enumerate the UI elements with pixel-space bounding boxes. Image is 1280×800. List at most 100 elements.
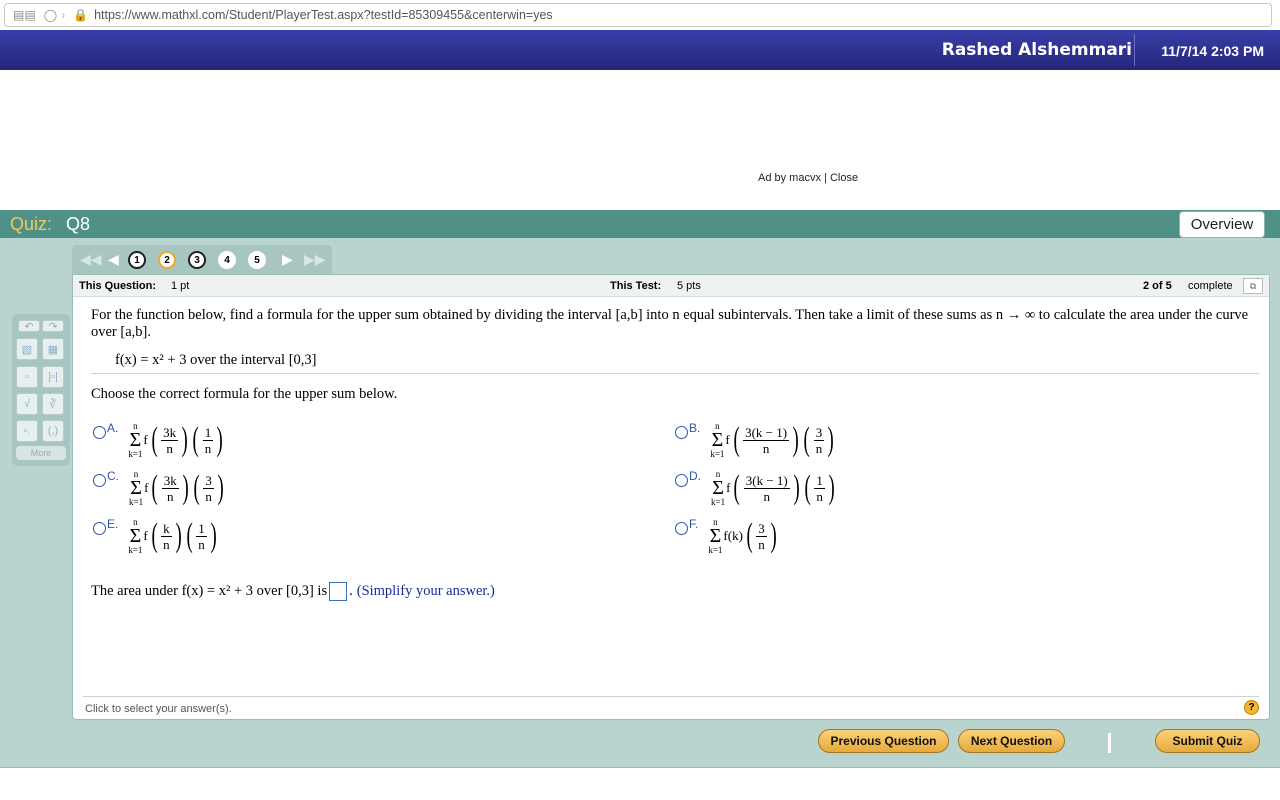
option-letter: A. <box>107 421 119 435</box>
mult-numerator: 1 <box>196 520 207 537</box>
option-letter: E. <box>107 517 119 531</box>
question-number-3[interactable]: 3 <box>188 251 206 269</box>
username: Rashed Alshemmari <box>941 40 1132 60</box>
radio-b[interactable] <box>675 426 688 439</box>
url-text[interactable]: https://www.mathxl.com/Student/PlayerTes… <box>94 8 553 22</box>
ad-label[interactable]: Ad by macvx <box>758 172 821 184</box>
choose-prompt: Choose the correct formula for the upper… <box>91 386 398 402</box>
option-e[interactable]: E. n Σk=1 f( kn )( 1n ) <box>93 517 219 555</box>
more-button[interactable]: More <box>16 446 66 460</box>
area-prefix: The area under f(x) = x² + 3 over [0,3] … <box>91 583 328 599</box>
nth-root-icon[interactable]: ∛ <box>42 393 64 415</box>
first-question-icon[interactable]: ◀◀ <box>80 251 102 268</box>
f-of-k: f(k) <box>723 528 743 543</box>
mult-numerator: 3 <box>203 472 214 489</box>
browser-toolbar: ▤▤ ◯ › 🔒 https://www.mathxl.com/Student/… <box>0 0 1280 30</box>
fraction-icon[interactable]: ▧ <box>16 338 38 360</box>
option-f[interactable]: F. n Σk=1 f(k)( 3n ) <box>675 517 779 555</box>
decimal-icon[interactable]: ▫. <box>16 420 38 442</box>
hint-text: Click to select your answer(s). <box>85 703 232 715</box>
arg-denominator: n <box>163 536 170 552</box>
question-number-2[interactable]: 2 <box>158 251 176 269</box>
this-test-label: This Test: <box>610 280 662 292</box>
overview-button[interactable]: Overview <box>1179 211 1265 238</box>
arg-numerator: 3k <box>161 424 179 441</box>
sum-lower: k=1 <box>708 545 723 555</box>
ad-notice: Ad by macvx | Close <box>758 172 858 184</box>
ad-separator: | <box>824 172 827 184</box>
this-question-label: This Question: <box>79 280 156 292</box>
option-letter: D. <box>689 469 701 483</box>
reader-icon[interactable]: ▤▤ <box>13 8 36 22</box>
popout-icon[interactable]: ⧉ <box>1243 278 1263 294</box>
help-icon[interactable]: ? <box>1244 700 1259 715</box>
option-c[interactable]: C. n Σk=1 f( 3k n )( 3n ) <box>93 469 226 507</box>
sum-lower: k=1 <box>129 497 144 507</box>
square-root-icon[interactable]: √ <box>16 393 38 415</box>
arg-denominator: n <box>762 440 770 456</box>
sum-lower: k=1 <box>128 545 143 555</box>
sum-lower: k=1 <box>710 449 725 459</box>
question-number-1[interactable]: 1 <box>128 251 146 269</box>
sigma-icon: Σ <box>129 429 142 451</box>
bottom-rule <box>0 767 1280 768</box>
interval-icon[interactable]: (,) <box>42 420 64 442</box>
header-divider <box>1134 34 1135 66</box>
option-formula: n Σk=1 f( 3k n )( 3n ) <box>129 469 224 507</box>
quiz-label: Quiz: <box>10 214 53 234</box>
sigma-icon: Σ <box>709 525 722 547</box>
radio-c[interactable] <box>93 474 106 487</box>
sum-lower: k=1 <box>128 449 143 459</box>
submit-quiz-button[interactable]: Submit Quiz <box>1155 729 1260 753</box>
option-letter: F. <box>689 517 699 531</box>
site-header: Rashed Alshemmari 11/7/14 2:03 PM <box>0 30 1280 70</box>
undo-icon[interactable]: ↶ <box>18 320 40 333</box>
area-answer-input[interactable] <box>329 582 348 601</box>
datetime: 11/7/14 2:03 PM <box>1161 43 1264 59</box>
previous-question-icon[interactable]: ◀ <box>108 251 119 268</box>
radio-e[interactable] <box>93 522 106 535</box>
absolute-value-icon[interactable]: |▫| <box>42 366 64 388</box>
this-test-value: 5 pts <box>677 280 701 292</box>
arg-numerator: 3(k − 1) <box>743 424 790 441</box>
radio-f[interactable] <box>675 522 688 535</box>
progress-complete: complete <box>1188 280 1233 292</box>
sigma-icon: Σ <box>711 429 724 451</box>
shield-icon[interactable]: ◯ <box>44 8 57 22</box>
page: ▤▤ ◯ › 🔒 https://www.mathxl.com/Student/… <box>0 0 1280 800</box>
last-question-icon[interactable]: ▶▶ <box>304 251 326 268</box>
question-panel: This Question: 1 pt This Test: 5 pts 2 o… <box>72 274 1270 720</box>
mult-denominator: n <box>205 488 212 504</box>
question-number-5[interactable]: 5 <box>248 251 266 269</box>
next-question-button[interactable]: Next Question <box>958 729 1065 753</box>
arg-numerator: 3k <box>161 472 179 489</box>
option-d[interactable]: D. n Σk=1 f( 3(k − 1) n )( 1n ) <box>675 469 837 507</box>
option-formula: n Σk=1 f( 3(k − 1) n )( 3n ) <box>710 421 835 459</box>
option-b[interactable]: B. n Σk=1 f( 3(k − 1) n )( 3n ) <box>675 421 837 459</box>
radio-d[interactable] <box>675 474 688 487</box>
option-formula: n Σk=1 f(k)( 3n ) <box>708 517 777 555</box>
question-info-bar: This Question: 1 pt This Test: 5 pts 2 o… <box>73 275 1269 297</box>
next-question-icon[interactable]: ▶ <box>282 251 293 268</box>
arg-denominator: n <box>166 440 173 456</box>
option-a[interactable]: A. n Σk=1 f( 3k n )( 1n ) <box>93 421 226 459</box>
previous-question-button[interactable]: Previous Question <box>818 729 949 753</box>
radio-a[interactable] <box>93 426 106 439</box>
sum-lower: k=1 <box>711 497 726 507</box>
mult-denominator: n <box>816 488 823 504</box>
hint-divider <box>83 696 1259 697</box>
address-bar[interactable]: ▤▤ ◯ › 🔒 https://www.mathxl.com/Student/… <box>4 3 1272 27</box>
option-formula: n Σk=1 f( 3k n )( 1n ) <box>128 421 224 459</box>
function-statement: f(x) = x² + 3 over the interval [0,3] <box>115 352 317 368</box>
ad-close-link[interactable]: Close <box>830 172 858 184</box>
arg-denominator: n <box>167 488 174 504</box>
math-palette: ↶ ↷ ▧ ▦ ▫ |▫| √ ∛ ▫. (,) More <box>12 314 70 466</box>
question-nav: ◀◀ ◀ 1 2 3 4 5 ▶ ▶▶ <box>72 245 332 275</box>
redo-icon[interactable]: ↷ <box>42 320 64 333</box>
sigma-icon: Σ <box>712 477 724 499</box>
exponent-icon[interactable]: ▫ <box>16 366 38 388</box>
divider <box>91 373 1259 374</box>
arg-numerator: 3(k − 1) <box>743 472 790 489</box>
question-number-4[interactable]: 4 <box>218 251 236 269</box>
mixed-number-icon[interactable]: ▦ <box>42 338 64 360</box>
